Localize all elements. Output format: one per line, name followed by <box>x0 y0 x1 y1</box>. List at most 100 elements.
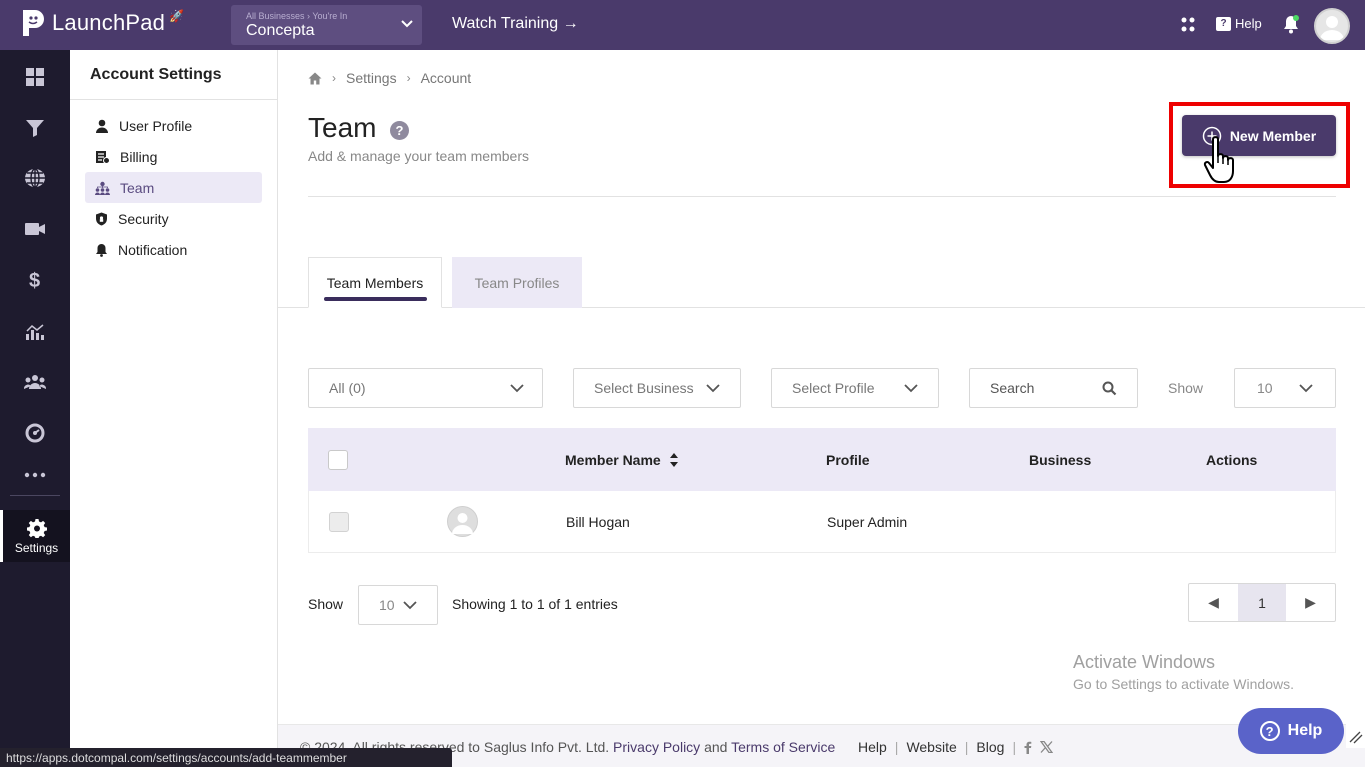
facebook-icon[interactable] <box>1024 741 1032 754</box>
page-subtitle: Add & manage your team members <box>308 148 529 164</box>
globe-icon[interactable] <box>0 163 70 193</box>
footer-separator: | <box>1012 739 1017 755</box>
gear-icon <box>26 518 47 538</box>
more-icon[interactable] <box>0 460 70 490</box>
sidebar-item-security[interactable]: Security <box>85 203 262 234</box>
profile-filter-value: Select Profile <box>792 380 875 396</box>
profile-filter-select[interactable]: Select Profile <box>771 368 939 408</box>
header-checkbox-cell <box>328 428 348 491</box>
privacy-policy-link[interactable]: Privacy Policy <box>613 739 700 755</box>
tab-team-members[interactable]: Team Members <box>308 257 442 308</box>
help-question-icon[interactable]: ? <box>390 121 409 140</box>
prev-page-button[interactable]: ◀ <box>1189 584 1238 621</box>
footer-separator: | <box>964 739 969 755</box>
dashboard-icon[interactable] <box>0 62 70 92</box>
breadcrumb-separator: › <box>332 71 336 85</box>
select-all-checkbox[interactable] <box>328 449 348 470</box>
entries-info: Showing 1 to 1 of 1 entries <box>452 596 618 612</box>
tab-team-profiles[interactable]: Team Profiles <box>452 257 582 308</box>
launchpad-logo[interactable]: LaunchPad 🚀 <box>20 8 184 38</box>
show-count-select[interactable]: 10 <box>1234 368 1336 408</box>
tab-label: Team Members <box>326 274 424 291</box>
header-member-name[interactable]: Member Name <box>565 428 679 491</box>
business-filter-select[interactable]: Select Business <box>573 368 741 408</box>
sort-icon[interactable] <box>669 452 679 468</box>
floating-help-button[interactable]: ? Help <box>1238 708 1344 754</box>
sidebar-item-user-profile[interactable]: User Profile <box>85 110 262 141</box>
rail-settings-item[interactable]: Settings <box>0 510 70 562</box>
chevron-down-icon <box>403 601 417 610</box>
member-profile: Super Admin <box>827 513 908 530</box>
business-filter-value: Select Business <box>594 380 694 396</box>
footer-separator: | <box>894 739 899 755</box>
page-title: Team <box>308 112 377 143</box>
sidebar-item-label: Billing <box>120 148 158 165</box>
sidebar-item-notification[interactable]: Notification <box>85 234 262 265</box>
sidebar-item-label: Notification <box>118 241 188 258</box>
users-icon[interactable] <box>0 367 70 397</box>
floating-help-label: Help <box>1287 722 1323 739</box>
shield-icon <box>96 212 107 225</box>
svg-text:$: $ <box>29 270 40 291</box>
apps-grid-icon[interactable] <box>1180 16 1196 34</box>
sidebar-item-label: Security <box>118 210 169 227</box>
header-actions: Actions <box>1206 451 1258 468</box>
footer-blog-link[interactable]: Blog <box>976 739 1004 755</box>
bottom-show-label: Show <box>308 596 344 612</box>
member-name: Bill Hogan <box>566 513 630 530</box>
member-avatar <box>447 506 478 537</box>
top-navbar: LaunchPad 🚀 All Businesses › You're In C… <box>0 0 1365 50</box>
video-icon[interactable] <box>0 214 70 244</box>
page-number-button[interactable]: 1 <box>1238 584 1286 621</box>
row-avatar-cell <box>447 491 478 552</box>
footer-website-link[interactable]: Website <box>906 739 956 755</box>
bottom-show-select[interactable]: 10 <box>358 585 438 625</box>
home-icon[interactable] <box>308 72 322 85</box>
chevron-down-icon <box>706 384 720 393</box>
business-selector[interactable]: All Businesses › You're In Concepta <box>231 5 422 45</box>
sidebar-item-billing[interactable]: Billing <box>85 141 262 172</box>
search-icon[interactable] <box>1102 381 1117 396</box>
breadcrumb-account[interactable]: Account <box>421 70 472 86</box>
user-avatar[interactable] <box>1314 8 1350 44</box>
help-circle-icon: ? <box>1259 721 1280 741</box>
header-profile: Profile <box>826 451 870 468</box>
terms-link[interactable]: Terms of Service <box>731 739 835 755</box>
settings-label: Settings <box>14 540 59 555</box>
settings-sidebar: Account Settings User Profile Billing Te… <box>70 50 278 767</box>
gauge-icon[interactable] <box>0 418 70 448</box>
analytics-icon[interactable] <box>0 317 70 347</box>
and-text: and <box>704 739 728 755</box>
dollar-icon[interactable]: $ <box>0 265 70 295</box>
notification-bell-icon[interactable] <box>1282 14 1300 34</box>
chevron-down-icon <box>1299 384 1313 393</box>
table-row: Bill Hogan Super Admin <box>308 491 1336 553</box>
footer-help-link[interactable]: Help <box>858 739 887 755</box>
rail-divider <box>10 495 60 496</box>
search-box <box>969 368 1138 408</box>
team-table: Member Name Profile Business Actions Bil… <box>308 428 1336 553</box>
sidebar-title: Account Settings <box>70 50 277 100</box>
status-filter-value: All (0) <box>329 380 366 396</box>
watch-training-link[interactable]: Watch Training → <box>452 15 579 33</box>
row-checkbox[interactable] <box>329 511 349 532</box>
tab-label: Team Profiles <box>474 274 560 291</box>
bottom-show-value: 10 <box>379 597 395 613</box>
search-input[interactable] <box>970 369 1090 407</box>
left-rail: $ Settings <box>0 50 70 767</box>
funnel-icon[interactable] <box>0 113 70 143</box>
business-name: Concepta <box>246 22 315 39</box>
avatar-icon <box>1320 16 1344 40</box>
collapse-handle[interactable] <box>1346 722 1365 748</box>
rocket-icon: 🚀 <box>169 9 185 23</box>
bell-icon <box>96 243 107 257</box>
chevron-down-icon <box>904 384 918 393</box>
status-filter-select[interactable]: All (0) <box>308 368 543 408</box>
show-label: Show <box>1168 380 1204 396</box>
breadcrumb-settings[interactable]: Settings <box>346 70 397 86</box>
sidebar-item-team[interactable]: Team <box>85 172 262 203</box>
pagination: ◀ 1 ▶ <box>1188 583 1336 622</box>
x-twitter-icon[interactable] <box>1040 741 1054 753</box>
help-link[interactable]: ? Help <box>1216 16 1262 31</box>
next-page-button[interactable]: ▶ <box>1286 584 1335 621</box>
